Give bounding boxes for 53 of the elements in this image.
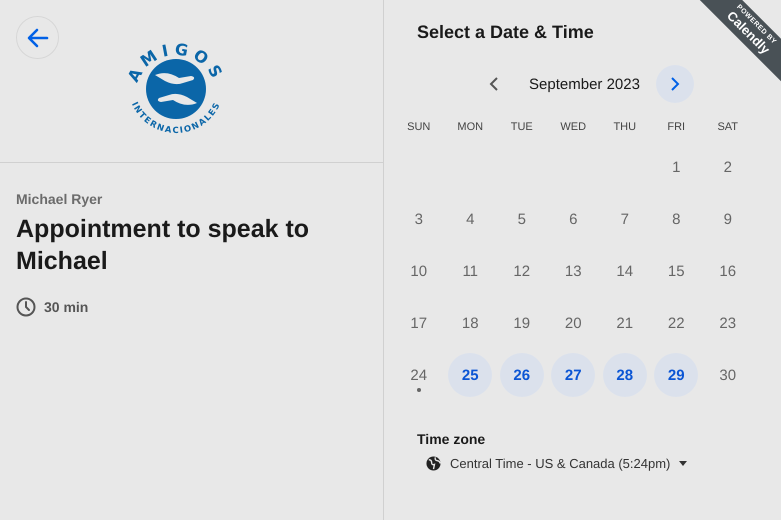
clock-icon xyxy=(16,297,36,317)
weekday-label: TUE xyxy=(510,121,534,135)
calendar-day: 11 xyxy=(448,249,492,293)
calendar-day: 20 xyxy=(551,301,596,345)
calendar-day: 2 xyxy=(706,145,750,189)
timezone-label: Time zone xyxy=(417,431,486,447)
event-title: Appointment to speak to Michael xyxy=(16,214,310,277)
calendar-day: 3 xyxy=(396,197,441,241)
back-arrow-icon xyxy=(26,28,48,48)
page-heading: Select a Date & Time xyxy=(417,22,594,43)
calendar-day: 21 xyxy=(602,301,647,345)
today-dot xyxy=(416,388,421,392)
calendar-day: 15 xyxy=(654,249,698,293)
duration-text: 30 min xyxy=(44,299,88,315)
caret-down-icon xyxy=(679,461,688,466)
calendar-day: 17 xyxy=(396,301,441,345)
calendar-day: 30 xyxy=(706,353,750,397)
weekday-label: FRI xyxy=(666,121,686,135)
calendar-day: 24 xyxy=(396,353,441,397)
calendar-day: 10 xyxy=(396,249,441,293)
available-day-button[interactable]: 27 xyxy=(551,353,596,397)
calendar-day: 18 xyxy=(448,301,492,345)
chevron-right-icon xyxy=(670,77,680,91)
available-day-button[interactable]: 28 xyxy=(602,353,647,397)
calendar-day: 22 xyxy=(654,301,698,345)
weekday-label: SAT xyxy=(716,121,740,135)
calendar-day: 23 xyxy=(706,301,750,345)
calendar-day: 1 xyxy=(654,145,698,189)
calendar-day: 16 xyxy=(706,249,750,293)
calendar-day: 19 xyxy=(500,301,544,345)
calendar-day: 14 xyxy=(602,249,647,293)
next-month-button[interactable] xyxy=(656,65,694,103)
globe-icon xyxy=(426,456,441,471)
calendar-day: 5 xyxy=(500,197,544,241)
available-day-button[interactable]: 26 xyxy=(500,353,544,397)
organizer-name: Michael Ryer xyxy=(16,191,104,207)
weekday-label: WED xyxy=(559,121,588,135)
calendar-day: 7 xyxy=(602,197,647,241)
weekday-label: MON xyxy=(456,121,484,135)
available-day-button[interactable]: 29 xyxy=(654,353,698,397)
month-label: September 2023 xyxy=(528,76,641,92)
back-button[interactable] xyxy=(16,16,59,59)
calendar-day: 9 xyxy=(706,197,750,241)
calendar-day: 13 xyxy=(551,249,596,293)
available-day-button[interactable]: 25 xyxy=(448,353,492,397)
calendar-day: 8 xyxy=(654,197,698,241)
weekday-label: SUN xyxy=(406,121,432,135)
timezone-dropdown[interactable]: Central Time - US & Canada (5:24pm) xyxy=(426,456,765,471)
weekday-label: THU xyxy=(612,121,638,135)
calendar-day: 4 xyxy=(448,197,492,241)
calendar-day: 12 xyxy=(500,249,544,293)
chevron-left-icon xyxy=(489,77,500,91)
calendar-day: 6 xyxy=(551,197,596,241)
